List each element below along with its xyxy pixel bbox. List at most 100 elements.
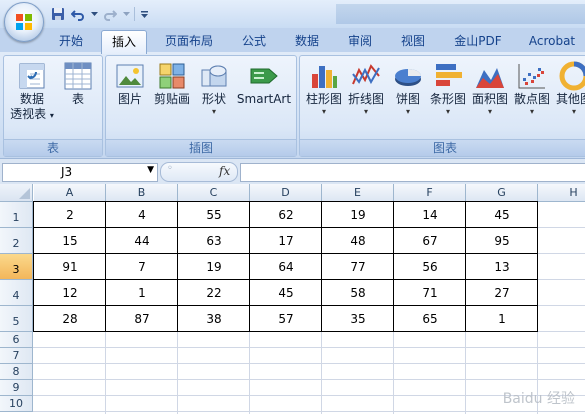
cell-c2[interactable]: 63	[178, 228, 250, 254]
cell-a3[interactable]: 91	[34, 254, 106, 280]
tab-data[interactable]: 数据	[287, 30, 327, 52]
pie-chart-button[interactable]: 饼图 ▾	[390, 60, 426, 117]
column-header-b[interactable]: B	[106, 184, 178, 202]
cell-b3[interactable]: 7	[106, 254, 178, 280]
clip-art-label: 剪贴画	[153, 92, 190, 106]
cell-f4[interactable]: 71	[394, 280, 466, 306]
worksheet-grid[interactable]: ABCDEFGH 1 2 3 4 5 6 7 8 9 10 2 4 55 62 19 14 45 15 44 63 1…	[0, 184, 585, 414]
clip-art-button[interactable]: 剪贴画	[152, 60, 192, 107]
cell-c1[interactable]: 55	[178, 202, 250, 228]
chevron-down-icon[interactable]	[139, 6, 149, 22]
tab-page-layout[interactable]: 页面布局	[157, 30, 221, 52]
line-chart-button[interactable]: 折线图 ▾	[346, 60, 386, 117]
tab-formulas[interactable]: 公式	[234, 30, 274, 52]
tab-view[interactable]: 视图	[393, 30, 433, 52]
cell-e1[interactable]: 19	[322, 202, 394, 228]
tab-review[interactable]: 审阅	[340, 30, 380, 52]
cell-a5[interactable]: 28	[34, 306, 106, 332]
row-header-1[interactable]: 1	[0, 202, 33, 228]
cell-a4[interactable]: 12	[34, 280, 106, 306]
cell-f3[interactable]: 56	[394, 254, 466, 280]
picture-icon	[116, 64, 144, 88]
shapes-button[interactable]: 形状 ▾	[196, 60, 232, 117]
row-header-9[interactable]: 9	[0, 380, 33, 396]
redo-icon[interactable]	[102, 6, 118, 22]
drag-handle-icon[interactable]: ◦	[167, 163, 173, 174]
name-box-dropdown-icon[interactable]: ▼	[147, 165, 154, 175]
area-chart-button[interactable]: 面积图 ▾	[470, 60, 510, 117]
cell-g1[interactable]: 45	[466, 202, 538, 228]
cell-f1[interactable]: 14	[394, 202, 466, 228]
group-charts-label: 图表	[300, 139, 585, 156]
row-header-5[interactable]: 5	[0, 306, 33, 332]
tab-acrobat[interactable]: Acrobat	[522, 30, 582, 52]
tab-home[interactable]: 开始	[50, 30, 92, 52]
watermark: Baidu 经验	[502, 391, 575, 407]
column-header-c[interactable]: C	[178, 184, 250, 202]
column-header-a[interactable]: A	[34, 184, 106, 202]
column-header-d[interactable]: D	[250, 184, 322, 202]
cell-e3[interactable]: 77	[322, 254, 394, 280]
cell-d1[interactable]: 62	[250, 202, 322, 228]
cell-f5[interactable]: 65	[394, 306, 466, 332]
area-chart-icon	[476, 68, 504, 88]
cell-c4[interactable]: 22	[178, 280, 250, 306]
cell-g2[interactable]: 95	[466, 228, 538, 254]
office-logo-icon	[16, 14, 32, 30]
tab-insert[interactable]: 插入	[101, 30, 147, 54]
cell-b2[interactable]: 44	[106, 228, 178, 254]
row-header-10[interactable]: 10	[0, 396, 33, 412]
row-header-7[interactable]: 7	[0, 348, 33, 364]
cell-d5[interactable]: 57	[250, 306, 322, 332]
cell-d3[interactable]: 64	[250, 254, 322, 280]
redo-dropdown-icon[interactable]	[122, 6, 130, 22]
shapes-dropdown-icon: ▾	[211, 107, 216, 116]
cell-f2[interactable]: 67	[394, 228, 466, 254]
cell-d2[interactable]: 17	[250, 228, 322, 254]
formula-input[interactable]	[240, 163, 585, 182]
row-header-3[interactable]: 3	[0, 254, 33, 280]
cell-a1[interactable]: 2	[34, 202, 106, 228]
undo-dropdown-icon[interactable]	[90, 6, 98, 22]
tab-kingsoft-pdf[interactable]: 金山PDF	[446, 30, 510, 52]
select-all-corner[interactable]	[0, 184, 33, 202]
cell-d4[interactable]: 45	[250, 280, 322, 306]
cell-b1[interactable]: 4	[106, 202, 178, 228]
cell-e2[interactable]: 48	[322, 228, 394, 254]
undo-icon[interactable]	[70, 6, 86, 22]
save-icon[interactable]	[50, 6, 66, 22]
cell-a2[interactable]: 15	[34, 228, 106, 254]
column-header-e[interactable]: E	[322, 184, 394, 202]
cell-b5[interactable]: 87	[106, 306, 178, 332]
smartart-button[interactable]: SmartArt	[236, 60, 292, 107]
cell-g4[interactable]: 27	[466, 280, 538, 306]
column-header-g[interactable]: G	[466, 184, 538, 202]
cell-e5[interactable]: 35	[322, 306, 394, 332]
pivot-table-label-line2: 透视表 ▾	[10, 107, 54, 121]
table-button[interactable]: 表	[60, 60, 96, 107]
other-charts-button[interactable]: 其他图 ▾	[554, 60, 585, 117]
clip-art-icon	[159, 63, 185, 89]
bar-chart-button[interactable]: 条形图 ▾	[428, 60, 468, 117]
picture-button[interactable]: 图片	[112, 60, 148, 107]
column-header-f[interactable]: F	[394, 184, 466, 202]
row-header-2[interactable]: 2	[0, 228, 33, 254]
cell-b4[interactable]: 1	[106, 280, 178, 306]
column-chart-label: 柱形图	[305, 92, 342, 106]
cell-g5[interactable]: 1	[466, 306, 538, 332]
window-title-area	[336, 4, 585, 24]
row-header-6[interactable]: 6	[0, 332, 33, 348]
scatter-chart-button[interactable]: 散点图 ▾	[512, 60, 552, 117]
office-button[interactable]	[4, 2, 44, 42]
cell-c3[interactable]: 19	[178, 254, 250, 280]
name-box[interactable]: J3 ▼	[2, 163, 158, 182]
cell-c5[interactable]: 38	[178, 306, 250, 332]
cell-g3[interactable]: 13	[466, 254, 538, 280]
row-header-4[interactable]: 4	[0, 280, 33, 306]
cell-e4[interactable]: 58	[322, 280, 394, 306]
pivot-table-button[interactable]: 数据 透视表 ▾	[10, 60, 54, 123]
insert-function-icon[interactable]: fx	[219, 164, 230, 178]
column-chart-button[interactable]: 柱形图 ▾	[304, 60, 344, 117]
row-header-8[interactable]: 8	[0, 364, 33, 380]
column-header-h[interactable]: H	[538, 184, 585, 202]
